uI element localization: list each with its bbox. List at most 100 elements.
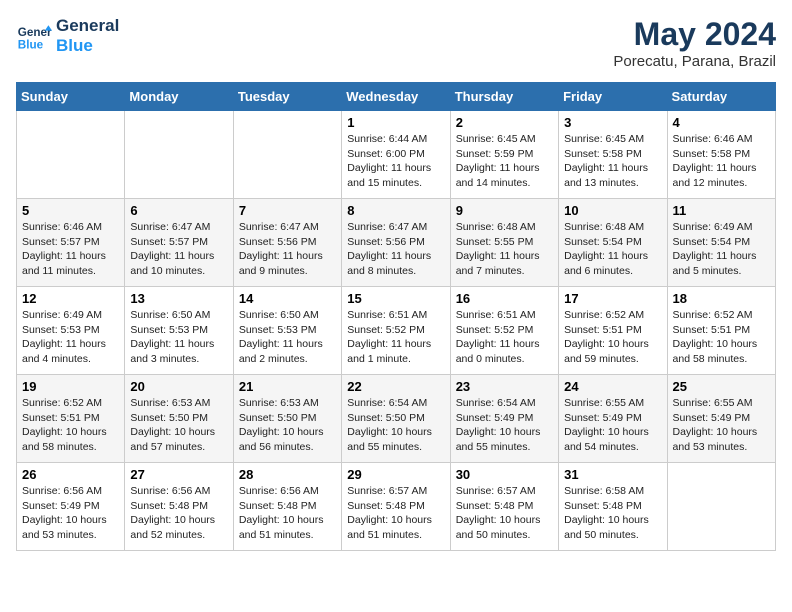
calendar-cell — [125, 111, 233, 199]
day-number: 1 — [347, 115, 444, 130]
calendar-cell: 22 Sunrise: 6:54 AM Sunset: 5:50 PM Dayli… — [342, 375, 450, 463]
day-info: Sunrise: 6:49 AM Sunset: 5:54 PM Dayligh… — [673, 220, 770, 279]
day-info: Sunrise: 6:48 AM Sunset: 5:54 PM Dayligh… — [564, 220, 661, 279]
calendar-cell: 4 Sunrise: 6:46 AM Sunset: 5:58 PM Daylig… — [667, 111, 775, 199]
calendar-cell: 23Sunrise: 6:54 AM Sunset: 5:49 PM Dayli… — [450, 375, 558, 463]
calendar-cell: 17 Sunrise: 6:52 AM Sunset: 5:51 PM Dayli… — [559, 287, 667, 375]
day-header-tuesday: Tuesday — [233, 83, 341, 111]
days-header-row: SundayMondayTuesdayWednesdayThursdayFrid… — [17, 83, 776, 111]
day-info: Sunrise: 6:51 AM Sunset: 5:52 PM Dayligh… — [456, 308, 553, 367]
calendar-cell — [17, 111, 125, 199]
calendar-table: SundayMondayTuesdayWednesdayThursdayFrid… — [16, 82, 776, 551]
calendar-cell: 13 Sunrise: 6:50 AM Sunset: 5:53 PM Dayli… — [125, 287, 233, 375]
day-number: 28 — [239, 467, 336, 482]
day-number: 25 — [673, 379, 770, 394]
calendar-cell: 7 Sunrise: 6:47 AM Sunset: 5:56 PM Daylig… — [233, 199, 341, 287]
calendar-cell: 3 Sunrise: 6:45 AM Sunset: 5:58 PM Daylig… — [559, 111, 667, 199]
day-info: Sunrise: 6:47 AM Sunset: 5:56 PM Dayligh… — [347, 220, 444, 279]
day-info: Sunrise: 6:50 AM Sunset: 5:53 PM Dayligh… — [239, 308, 336, 367]
day-number: 8 — [347, 203, 444, 218]
calendar-cell — [667, 463, 775, 551]
title-block: May 2024 Porecatu, Parana, Brazil — [613, 16, 776, 70]
day-info: Sunrise: 6:58 AM Sunset: 5:48 PM Dayligh… — [564, 484, 661, 543]
day-number: 3 — [564, 115, 661, 130]
day-number: 17 — [564, 291, 661, 306]
calendar-cell: 19 Sunrise: 6:52 AM Sunset: 5:51 PM Dayli… — [17, 375, 125, 463]
day-header-thursday: Thursday — [450, 83, 558, 111]
day-number: 29 — [347, 467, 444, 482]
day-info: Sunrise: 6:56 AM Sunset: 5:48 PM Dayligh… — [130, 484, 227, 543]
day-info: Sunrise: 6:55 AM Sunset: 5:49 PM Dayligh… — [564, 396, 661, 455]
day-number: 19 — [22, 379, 119, 394]
day-number: 13 — [130, 291, 227, 306]
calendar-cell: 6 Sunrise: 6:47 AM Sunset: 5:57 PM Daylig… — [125, 199, 233, 287]
calendar-cell: 26Sunrise: 6:56 AM Sunset: 5:49 PM Dayli… — [17, 463, 125, 551]
week-row-2: 5Sunrise: 6:46 AM Sunset: 5:57 PM Daylig… — [17, 199, 776, 287]
calendar-cell: 16Sunrise: 6:51 AM Sunset: 5:52 PM Dayli… — [450, 287, 558, 375]
day-info: Sunrise: 6:44 AM Sunset: 6:00 PM Dayligh… — [347, 132, 444, 191]
svg-text:Blue: Blue — [18, 39, 44, 52]
page-header: General Blue General Blue May 2024 Porec… — [16, 16, 776, 70]
calendar-cell: 31 Sunrise: 6:58 AM Sunset: 5:48 PM Dayli… — [559, 463, 667, 551]
day-header-sunday: Sunday — [17, 83, 125, 111]
day-info: Sunrise: 6:50 AM Sunset: 5:53 PM Dayligh… — [130, 308, 227, 367]
calendar-cell: 8 Sunrise: 6:47 AM Sunset: 5:56 PM Daylig… — [342, 199, 450, 287]
day-info: Sunrise: 6:54 AM Sunset: 5:50 PM Dayligh… — [347, 396, 444, 455]
day-number: 27 — [130, 467, 227, 482]
calendar-cell: 30Sunrise: 6:57 AM Sunset: 5:48 PM Dayli… — [450, 463, 558, 551]
day-number: 30 — [456, 467, 553, 482]
calendar-cell: 14 Sunrise: 6:50 AM Sunset: 5:53 PM Dayli… — [233, 287, 341, 375]
week-row-5: 26Sunrise: 6:56 AM Sunset: 5:49 PM Dayli… — [17, 463, 776, 551]
day-number: 31 — [564, 467, 661, 482]
day-info: Sunrise: 6:52 AM Sunset: 5:51 PM Dayligh… — [564, 308, 661, 367]
week-row-3: 12 Sunrise: 6:49 AM Sunset: 5:53 PM Dayli… — [17, 287, 776, 375]
calendar-cell: 9Sunrise: 6:48 AM Sunset: 5:55 PM Daylig… — [450, 199, 558, 287]
day-number: 10 — [564, 203, 661, 218]
day-number: 22 — [347, 379, 444, 394]
day-header-wednesday: Wednesday — [342, 83, 450, 111]
day-info: Sunrise: 6:49 AM Sunset: 5:53 PM Dayligh… — [22, 308, 119, 367]
day-number: 6 — [130, 203, 227, 218]
month-year: May 2024 — [613, 16, 776, 53]
calendar-cell: 10 Sunrise: 6:48 AM Sunset: 5:54 PM Dayli… — [559, 199, 667, 287]
day-number: 21 — [239, 379, 336, 394]
calendar-cell: 20Sunrise: 6:53 AM Sunset: 5:50 PM Dayli… — [125, 375, 233, 463]
day-info: Sunrise: 6:53 AM Sunset: 5:50 PM Dayligh… — [239, 396, 336, 455]
day-info: Sunrise: 6:47 AM Sunset: 5:56 PM Dayligh… — [239, 220, 336, 279]
calendar-cell: 21 Sunrise: 6:53 AM Sunset: 5:50 PM Dayli… — [233, 375, 341, 463]
day-info: Sunrise: 6:52 AM Sunset: 5:51 PM Dayligh… — [673, 308, 770, 367]
day-info: Sunrise: 6:47 AM Sunset: 5:57 PM Dayligh… — [130, 220, 227, 279]
day-info: Sunrise: 6:56 AM Sunset: 5:48 PM Dayligh… — [239, 484, 336, 543]
day-number: 5 — [22, 203, 119, 218]
day-info: Sunrise: 6:46 AM Sunset: 5:58 PM Dayligh… — [673, 132, 770, 191]
logo-general: General — [56, 16, 119, 36]
day-number: 20 — [130, 379, 227, 394]
day-number: 18 — [673, 291, 770, 306]
day-number: 11 — [673, 203, 770, 218]
day-info: Sunrise: 6:51 AM Sunset: 5:52 PM Dayligh… — [347, 308, 444, 367]
calendar-cell: 28 Sunrise: 6:56 AM Sunset: 5:48 PM Dayli… — [233, 463, 341, 551]
week-row-4: 19 Sunrise: 6:52 AM Sunset: 5:51 PM Dayli… — [17, 375, 776, 463]
day-number: 14 — [239, 291, 336, 306]
day-info: Sunrise: 6:45 AM Sunset: 5:58 PM Dayligh… — [564, 132, 661, 191]
day-info: Sunrise: 6:52 AM Sunset: 5:51 PM Dayligh… — [22, 396, 119, 455]
day-number: 12 — [22, 291, 119, 306]
logo-icon: General Blue — [16, 18, 52, 54]
calendar-cell: 11 Sunrise: 6:49 AM Sunset: 5:54 PM Dayli… — [667, 199, 775, 287]
day-header-friday: Friday — [559, 83, 667, 111]
day-number: 4 — [673, 115, 770, 130]
day-number: 26 — [22, 467, 119, 482]
calendar-cell: 24 Sunrise: 6:55 AM Sunset: 5:49 PM Dayli… — [559, 375, 667, 463]
day-number: 7 — [239, 203, 336, 218]
calendar-cell: 15Sunrise: 6:51 AM Sunset: 5:52 PM Dayli… — [342, 287, 450, 375]
day-info: Sunrise: 6:45 AM Sunset: 5:59 PM Dayligh… — [456, 132, 553, 191]
calendar-cell: 29Sunrise: 6:57 AM Sunset: 5:48 PM Dayli… — [342, 463, 450, 551]
logo: General Blue General Blue — [16, 16, 119, 57]
day-info: Sunrise: 6:48 AM Sunset: 5:55 PM Dayligh… — [456, 220, 553, 279]
day-number: 24 — [564, 379, 661, 394]
logo-blue: Blue — [56, 36, 119, 56]
calendar-cell — [233, 111, 341, 199]
calendar-cell: 2Sunrise: 6:45 AM Sunset: 5:59 PM Daylig… — [450, 111, 558, 199]
calendar-cell: 1 Sunrise: 6:44 AM Sunset: 6:00 PM Daylig… — [342, 111, 450, 199]
calendar-cell: 18 Sunrise: 6:52 AM Sunset: 5:51 PM Dayli… — [667, 287, 775, 375]
